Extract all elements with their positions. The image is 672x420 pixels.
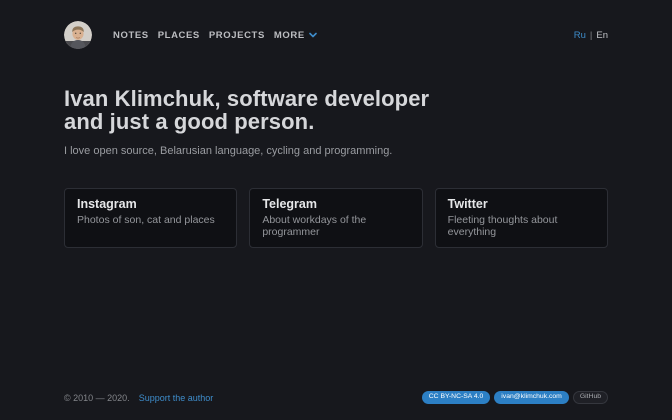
nav-item-places[interactable]: PLACES [158,30,200,41]
copyright-text: © 2010 — 2020. [64,393,130,403]
github-badge[interactable]: GitHub [573,391,608,404]
hero-subtitle: I love open source, Belarusian language,… [64,145,608,157]
avatar-photo [64,21,92,49]
avatar[interactable] [64,21,92,49]
page: NOTES PLACES PROJECTS MORE Ru | En [0,0,672,420]
nav-item-label: PLACES [158,30,200,41]
header: NOTES PLACES PROJECTS MORE Ru | En [64,21,608,49]
nav-item-label: NOTES [113,30,149,41]
nav-item-label: PROJECTS [209,30,265,41]
nav-item-more[interactable]: MORE [274,30,317,41]
card-title: Instagram [77,197,224,211]
email-badge[interactable]: ivan@klimchuk.com [494,391,569,404]
nav-item-label: MORE [274,30,305,41]
footer-badges: CC BY-NC-SA 4.0 ivan@klimchuk.com GitHub [422,391,608,404]
license-badge[interactable]: CC BY-NC-SA 4.0 [422,391,491,404]
card-description: About workdays of the programmer [262,214,409,238]
card-description: Photos of son, cat and places [77,214,224,226]
lang-separator: | [590,30,592,41]
page-title: Ivan Klimchuk, software developer and ju… [64,87,608,133]
support-author-link[interactable]: Support the author [139,393,214,403]
lang-ru-link[interactable]: Ru [574,30,586,41]
chevron-down-icon [309,32,317,38]
card-telegram[interactable]: Telegram About workdays of the programme… [249,188,422,248]
main-nav: NOTES PLACES PROJECTS MORE [104,30,317,41]
card-title: Telegram [262,197,409,211]
social-cards: Instagram Photos of son, cat and places … [64,188,608,248]
footer: © 2010 — 2020. Support the author CC BY-… [64,391,608,404]
card-description: Fleeting thoughts about everything [448,214,595,238]
card-title: Twitter [448,197,595,211]
nav-item-projects[interactable]: PROJECTS [209,30,265,41]
card-instagram[interactable]: Instagram Photos of son, cat and places [64,188,237,248]
page-title-line-2: and just a good person. [64,110,608,133]
nav-item-notes[interactable]: NOTES [113,30,149,41]
language-switcher: Ru | En [574,30,608,41]
lang-en-current: En [596,30,608,41]
hero: Ivan Klimchuk, software developer and ju… [64,87,608,157]
page-title-line-1: Ivan Klimchuk, software developer [64,87,608,110]
card-twitter[interactable]: Twitter Fleeting thoughts about everythi… [435,188,608,248]
